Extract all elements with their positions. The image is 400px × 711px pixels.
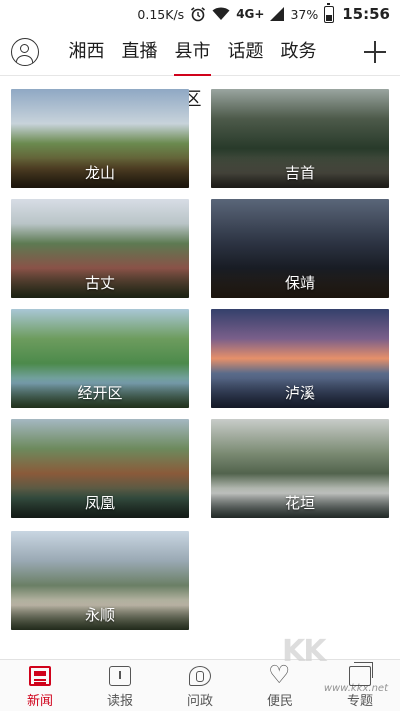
- region-tile-guzhang[interactable]: 古丈: [11, 199, 189, 298]
- region-tile-yongshun[interactable]: 永顺: [11, 531, 189, 630]
- user-profile-icon[interactable]: [11, 38, 39, 66]
- region-tile-fenghuang[interactable]: 凤凰: [11, 419, 189, 518]
- channel-tabs: 湘西 直播 县市区 话题 政务: [60, 28, 325, 110]
- add-channel-icon[interactable]: [364, 41, 386, 63]
- tab-xiangxi[interactable]: 湘西: [60, 28, 113, 76]
- newspaper-icon: [109, 666, 131, 686]
- region-label: 古丈: [11, 268, 189, 298]
- region-label: 保靖: [211, 268, 389, 298]
- bottom-tab-read-paper[interactable]: 读报: [80, 660, 160, 711]
- bottom-tab-label: 便民: [266, 694, 293, 709]
- bottom-tab-label: 问政: [186, 694, 213, 709]
- status-bar: 0.15K/s 4G+ 37% 15:56: [0, 0, 400, 28]
- net-speed: 0.15K/s: [137, 6, 185, 22]
- tab-counties[interactable]: 县市区: [166, 28, 219, 110]
- region-tile-longshan[interactable]: 龙山: [11, 89, 189, 188]
- bottom-tab-inquiry[interactable]: 问政: [160, 660, 240, 711]
- region-label: 龙山: [11, 158, 189, 188]
- region-tile-jishou[interactable]: 吉首: [211, 89, 389, 188]
- bottom-tab-label: 读报: [106, 694, 133, 709]
- bottom-tab-label: 专题: [346, 694, 373, 709]
- bottom-tab-news[interactable]: 新闻: [0, 660, 80, 711]
- stack-icon: [349, 662, 373, 686]
- region-grid: 龙山 吉首 古丈 保靖 经开区 泸溪 凤凰 花垣 永顺: [0, 76, 400, 659]
- region-tile-jingkaiqu[interactable]: 经开区: [11, 309, 189, 408]
- bottom-tab-label: 新闻: [26, 694, 53, 709]
- network-type: 4G+: [236, 7, 265, 21]
- alarm-icon: [191, 7, 206, 22]
- region-label: 凤凰: [11, 488, 189, 518]
- clock: 15:56: [342, 5, 390, 23]
- region-label: 泸溪: [211, 378, 389, 408]
- signal-icon: [270, 7, 285, 21]
- wifi-icon: [212, 7, 230, 20]
- bottom-tab-services[interactable]: 便民: [240, 660, 320, 711]
- region-tile-baojing[interactable]: 保靖: [211, 199, 389, 298]
- tab-government[interactable]: 政务: [272, 28, 325, 76]
- region-label: 花垣: [211, 488, 389, 518]
- bottom-tab-special[interactable]: 专题: [320, 660, 400, 711]
- bottom-tab-bar: 新闻 读报 问政 便民 专题: [0, 659, 400, 711]
- phone-chat-icon: [189, 666, 211, 686]
- heart-icon: [268, 660, 291, 689]
- battery-icon: [324, 2, 335, 23]
- region-tile-huayuan[interactable]: 花垣: [211, 419, 389, 518]
- region-label: 经开区: [11, 378, 189, 408]
- region-label: 永顺: [11, 600, 189, 630]
- battery-percent: 37%: [290, 6, 319, 22]
- top-nav: 湘西 直播 县市区 话题 政务: [0, 28, 400, 110]
- tab-live[interactable]: 直播: [113, 28, 166, 76]
- news-icon: [29, 666, 51, 686]
- region-tile-luxi[interactable]: 泸溪: [211, 309, 389, 408]
- region-label: 吉首: [211, 158, 389, 188]
- tab-topics[interactable]: 话题: [219, 28, 272, 76]
